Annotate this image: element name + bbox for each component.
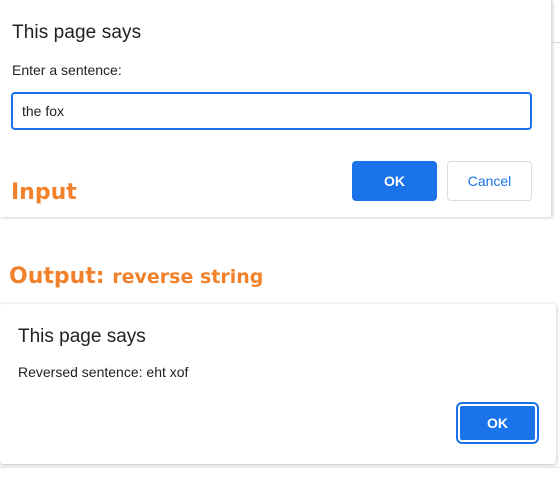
prompt-dialog-label: Enter a sentence: bbox=[12, 62, 122, 78]
output-annotation-sublabel: reverse string bbox=[112, 266, 264, 288]
page-edge-divider bbox=[552, 42, 560, 43]
input-annotation: Input bbox=[11, 180, 77, 205]
alert-ok-button[interactable]: OK bbox=[456, 402, 539, 444]
prompt-dialog: This page says Enter a sentence: OK Canc… bbox=[0, 0, 552, 217]
bottom-divider bbox=[0, 467, 560, 468]
prompt-ok-button[interactable]: OK bbox=[352, 161, 437, 201]
output-annotation: Output: reverse string bbox=[9, 264, 263, 289]
prompt-dialog-title: This page says bbox=[12, 22, 142, 43]
prompt-cancel-button[interactable]: Cancel bbox=[447, 161, 532, 201]
alert-dialog-title: This page says bbox=[18, 326, 146, 347]
alert-dialog-message: Reversed sentence: eht xof bbox=[18, 364, 189, 380]
sentence-input[interactable] bbox=[11, 92, 532, 130]
alert-dialog: This page says Reversed sentence: eht xo… bbox=[0, 304, 556, 464]
output-annotation-label: Output: bbox=[9, 264, 105, 289]
